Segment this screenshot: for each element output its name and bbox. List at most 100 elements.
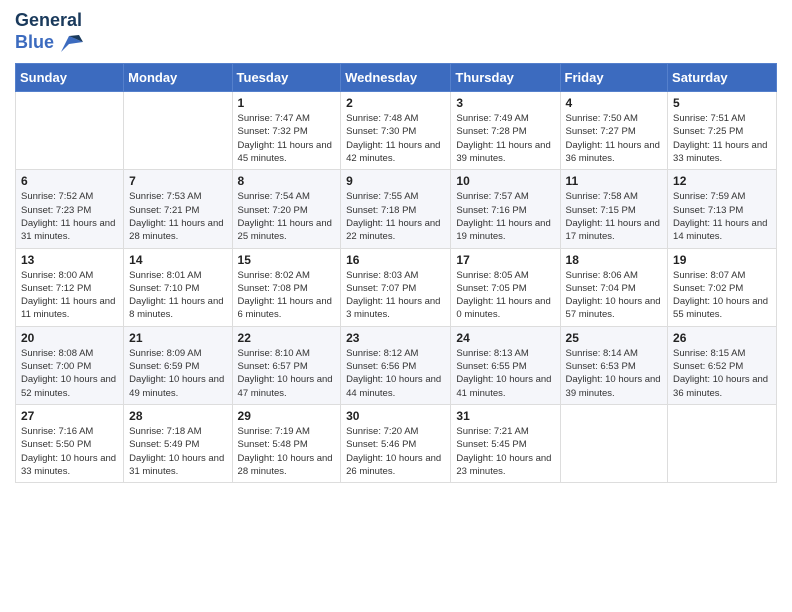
day-info: Sunrise: 7:50 AMSunset: 7:27 PMDaylight:… — [566, 112, 663, 165]
header-cell-saturday: Saturday — [668, 64, 777, 92]
calendar-container: GeneralBlue SundayMondayTuesdayWednesday… — [0, 0, 792, 498]
day-info: Sunrise: 8:14 AMSunset: 6:53 PMDaylight:… — [566, 347, 663, 400]
day-info: Sunrise: 8:02 AMSunset: 7:08 PMDaylight:… — [238, 269, 336, 322]
day-info: Sunrise: 7:16 AMSunset: 5:50 PMDaylight:… — [21, 425, 118, 478]
day-number: 13 — [21, 253, 118, 267]
day-cell — [16, 92, 124, 170]
week-row-1: 1 Sunrise: 7:47 AMSunset: 7:32 PMDaylight… — [16, 92, 777, 170]
day-number: 30 — [346, 409, 445, 423]
day-info: Sunrise: 7:51 AMSunset: 7:25 PMDaylight:… — [673, 112, 771, 165]
day-cell: 13Sunrise: 8:00 AMSunset: 7:12 PMDayligh… — [16, 248, 124, 326]
day-number: 6 — [21, 174, 118, 188]
day-info: Sunrise: 8:01 AMSunset: 7:10 PMDaylight:… — [129, 269, 226, 322]
day-info: Sunrise: 7:21 AMSunset: 5:45 PMDaylight:… — [456, 425, 554, 478]
day-cell: 18 Sunrise: 8:06 AMSunset: 7:04 PMDayligh… — [560, 248, 668, 326]
day-number: 21 — [129, 331, 226, 345]
day-cell — [560, 404, 668, 482]
header: GeneralBlue — [15, 10, 777, 53]
day-cell — [124, 92, 232, 170]
day-cell: 9 Sunrise: 7:55 AMSunset: 7:18 PMDaylight… — [341, 170, 451, 248]
day-cell: 1 Sunrise: 7:47 AMSunset: 7:32 PMDaylight… — [232, 92, 341, 170]
day-cell: 30 Sunrise: 7:20 AMSunset: 5:46 PMDayligh… — [341, 404, 451, 482]
header-cell-monday: Monday — [124, 64, 232, 92]
day-cell: 12 Sunrise: 7:59 AMSunset: 7:13 PMDayligh… — [668, 170, 777, 248]
day-info: Sunrise: 8:08 AMSunset: 7:00 PMDaylight:… — [21, 347, 118, 400]
day-info: Sunrise: 8:06 AMSunset: 7:04 PMDaylight:… — [566, 269, 663, 322]
header-cell-thursday: Thursday — [451, 64, 560, 92]
day-number: 3 — [456, 96, 554, 110]
day-info: Sunrise: 7:59 AMSunset: 7:13 PMDaylight:… — [673, 190, 771, 243]
day-cell: 15 Sunrise: 8:02 AMSunset: 7:08 PMDayligh… — [232, 248, 341, 326]
header-row: SundayMondayTuesdayWednesdayThursdayFrid… — [16, 64, 777, 92]
day-cell: 27 Sunrise: 7:16 AMSunset: 5:50 PMDayligh… — [16, 404, 124, 482]
day-number: 1 — [238, 96, 336, 110]
week-row-2: 6 Sunrise: 7:52 AMSunset: 7:23 PMDaylight… — [16, 170, 777, 248]
day-number: 26 — [673, 331, 771, 345]
day-info: Sunrise: 7:48 AMSunset: 7:30 PMDaylight:… — [346, 112, 445, 165]
logo-bird-icon — [61, 34, 83, 52]
day-cell: 2 Sunrise: 7:48 AMSunset: 7:30 PMDaylight… — [341, 92, 451, 170]
day-number: 10 — [456, 174, 554, 188]
calendar-header: SundayMondayTuesdayWednesdayThursdayFrid… — [16, 64, 777, 92]
day-cell: 5Sunrise: 7:51 AMSunset: 7:25 PMDaylight… — [668, 92, 777, 170]
day-cell: 6 Sunrise: 7:52 AMSunset: 7:23 PMDaylight… — [16, 170, 124, 248]
day-number: 15 — [238, 253, 336, 267]
day-number: 9 — [346, 174, 445, 188]
day-cell: 28Sunrise: 7:18 AMSunset: 5:49 PMDayligh… — [124, 404, 232, 482]
day-info: Sunrise: 7:54 AMSunset: 7:20 PMDaylight:… — [238, 190, 336, 243]
calendar-body: 1 Sunrise: 7:47 AMSunset: 7:32 PMDaylight… — [16, 92, 777, 483]
day-cell: 23 Sunrise: 8:12 AMSunset: 6:56 PMDayligh… — [341, 326, 451, 404]
day-number: 18 — [566, 253, 663, 267]
day-cell: 17Sunrise: 8:05 AMSunset: 7:05 PMDayligh… — [451, 248, 560, 326]
day-info: Sunrise: 8:03 AMSunset: 7:07 PMDaylight:… — [346, 269, 445, 322]
day-info: Sunrise: 8:12 AMSunset: 6:56 PMDaylight:… — [346, 347, 445, 400]
week-row-4: 20 Sunrise: 8:08 AMSunset: 7:00 PMDayligh… — [16, 326, 777, 404]
day-number: 19 — [673, 253, 771, 267]
day-number: 8 — [238, 174, 336, 188]
logo: GeneralBlue — [15, 10, 83, 53]
day-info: Sunrise: 8:15 AMSunset: 6:52 PMDaylight:… — [673, 347, 771, 400]
day-cell: 14Sunrise: 8:01 AMSunset: 7:10 PMDayligh… — [124, 248, 232, 326]
day-info: Sunrise: 7:55 AMSunset: 7:18 PMDaylight:… — [346, 190, 445, 243]
header-cell-friday: Friday — [560, 64, 668, 92]
header-cell-wednesday: Wednesday — [341, 64, 451, 92]
day-cell: 29Sunrise: 7:19 AMSunset: 5:48 PMDayligh… — [232, 404, 341, 482]
day-cell: 7Sunrise: 7:53 AMSunset: 7:21 PMDaylight… — [124, 170, 232, 248]
day-info: Sunrise: 7:57 AMSunset: 7:16 PMDaylight:… — [456, 190, 554, 243]
day-cell: 31 Sunrise: 7:21 AMSunset: 5:45 PMDayligh… — [451, 404, 560, 482]
week-row-3: 13Sunrise: 8:00 AMSunset: 7:12 PMDayligh… — [16, 248, 777, 326]
day-info: Sunrise: 7:58 AMSunset: 7:15 PMDaylight:… — [566, 190, 663, 243]
day-number: 23 — [346, 331, 445, 345]
day-info: Sunrise: 8:09 AMSunset: 6:59 PMDaylight:… — [129, 347, 226, 400]
day-number: 25 — [566, 331, 663, 345]
day-info: Sunrise: 8:10 AMSunset: 6:57 PMDaylight:… — [238, 347, 336, 400]
calendar-table: SundayMondayTuesdayWednesdayThursdayFrid… — [15, 63, 777, 483]
day-number: 31 — [456, 409, 554, 423]
day-cell — [668, 404, 777, 482]
day-info: Sunrise: 8:05 AMSunset: 7:05 PMDaylight:… — [456, 269, 554, 322]
day-cell: 19Sunrise: 8:07 AMSunset: 7:02 PMDayligh… — [668, 248, 777, 326]
day-number: 12 — [673, 174, 771, 188]
day-number: 20 — [21, 331, 118, 345]
day-info: Sunrise: 8:13 AMSunset: 6:55 PMDaylight:… — [456, 347, 554, 400]
day-number: 24 — [456, 331, 554, 345]
day-number: 2 — [346, 96, 445, 110]
day-info: Sunrise: 7:20 AMSunset: 5:46 PMDaylight:… — [346, 425, 445, 478]
day-info: Sunrise: 7:49 AMSunset: 7:28 PMDaylight:… — [456, 112, 554, 165]
day-cell: 24 Sunrise: 8:13 AMSunset: 6:55 PMDayligh… — [451, 326, 560, 404]
day-info: Sunrise: 7:47 AMSunset: 7:32 PMDaylight:… — [238, 112, 336, 165]
day-cell: 10 Sunrise: 7:57 AMSunset: 7:16 PMDayligh… — [451, 170, 560, 248]
day-cell: 16 Sunrise: 8:03 AMSunset: 7:07 PMDayligh… — [341, 248, 451, 326]
day-cell: 8 Sunrise: 7:54 AMSunset: 7:20 PMDaylight… — [232, 170, 341, 248]
day-number: 7 — [129, 174, 226, 188]
day-cell: 11 Sunrise: 7:58 AMSunset: 7:15 PMDayligh… — [560, 170, 668, 248]
day-info: Sunrise: 7:52 AMSunset: 7:23 PMDaylight:… — [21, 190, 118, 243]
header-cell-sunday: Sunday — [16, 64, 124, 92]
day-number: 27 — [21, 409, 118, 423]
day-number: 16 — [346, 253, 445, 267]
day-info: Sunrise: 7:19 AMSunset: 5:48 PMDaylight:… — [238, 425, 336, 478]
day-cell: 22Sunrise: 8:10 AMSunset: 6:57 PMDayligh… — [232, 326, 341, 404]
day-cell: 4Sunrise: 7:50 AMSunset: 7:27 PMDaylight… — [560, 92, 668, 170]
day-number: 11 — [566, 174, 663, 188]
day-cell: 21 Sunrise: 8:09 AMSunset: 6:59 PMDayligh… — [124, 326, 232, 404]
